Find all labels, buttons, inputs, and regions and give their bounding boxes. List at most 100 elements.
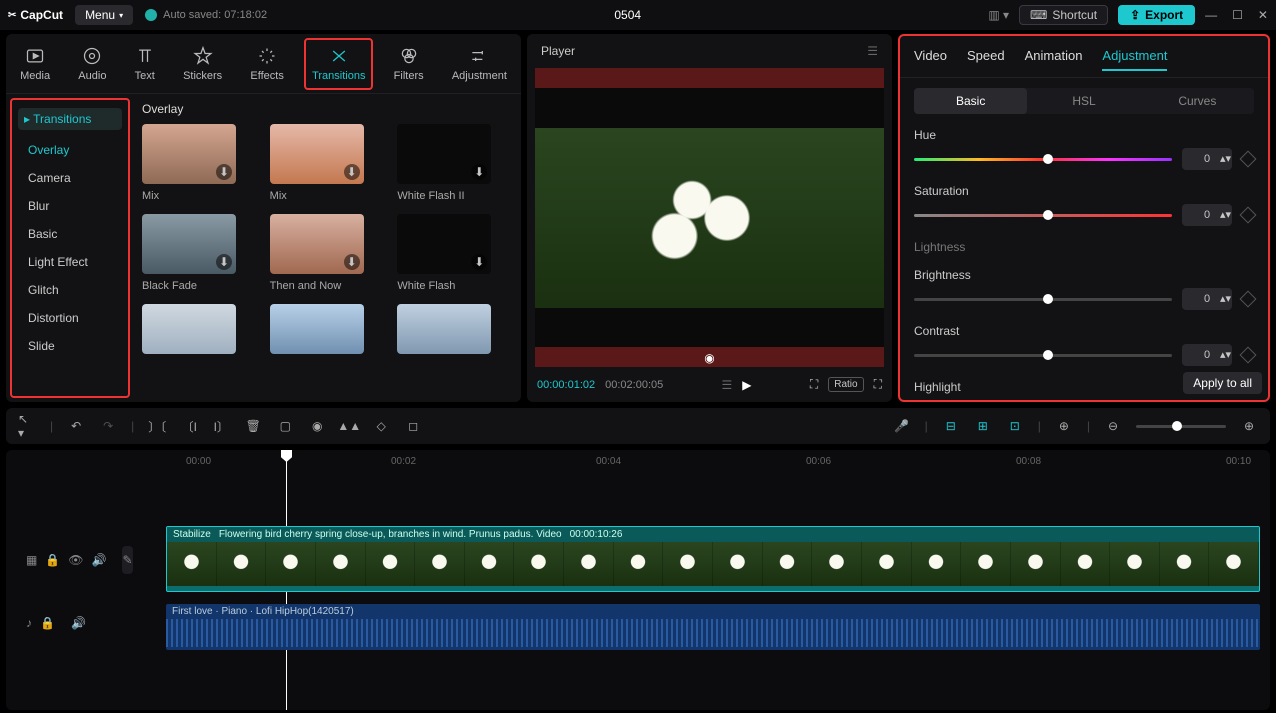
rotate-tool[interactable]: ◇ <box>372 417 390 435</box>
adjust-tab-video[interactable]: Video <box>914 48 947 71</box>
adjust-tab-animation[interactable]: Animation <box>1025 48 1083 71</box>
adjust-sub-hsl[interactable]: HSL <box>1027 88 1140 114</box>
download-icon[interactable]: ⬇ <box>471 254 487 270</box>
undo-button[interactable]: ↶ <box>67 417 85 435</box>
tab-audio[interactable]: Audio <box>70 42 114 86</box>
maximize-button[interactable]: ☐ <box>1232 8 1243 22</box>
tree-item-glitch[interactable]: Glitch <box>18 276 122 304</box>
adjust-sub-curves[interactable]: Curves <box>1141 88 1254 114</box>
tab-stickers[interactable]: Stickers <box>175 42 230 86</box>
thumb-then-and-now[interactable]: ⬇Then and Now <box>270 214 386 292</box>
keyframe-icon[interactable] <box>1240 151 1257 168</box>
snap-toggle-2[interactable]: ⊞ <box>974 417 992 435</box>
tree-item-slide[interactable]: Slide <box>18 332 122 360</box>
tab-filters[interactable]: Filters <box>386 42 432 86</box>
mic-icon[interactable]: 🎤 <box>893 417 911 435</box>
adjust-tab-adjustment[interactable]: Adjustment <box>1102 48 1167 71</box>
tab-adjustment[interactable]: Adjustment <box>444 42 515 86</box>
tab-text[interactable]: Text <box>127 42 163 86</box>
snap-toggle-3[interactable]: ⊡ <box>1006 417 1024 435</box>
audio-track-icon[interactable]: ♪ <box>26 616 32 630</box>
snap-toggle-1[interactable]: ⊟ <box>942 417 960 435</box>
adjust-tab-speed[interactable]: Speed <box>967 48 1005 71</box>
tree-item-blur[interactable]: Blur <box>18 192 122 220</box>
video-clip[interactable]: Stabilize Flowering bird cherry spring c… <box>166 526 1260 592</box>
tree-title[interactable]: ▸ Transitions <box>18 108 122 130</box>
close-button[interactable]: ✕ <box>1258 8 1268 22</box>
download-icon[interactable]: ⬇ <box>216 164 232 180</box>
layout-icon[interactable]: ▥ ▾ <box>988 8 1009 22</box>
lock-icon[interactable]: 🔒 <box>45 553 60 567</box>
split-tool[interactable]: 〕〔 <box>148 417 166 435</box>
lock-icon[interactable]: 🔒 <box>40 616 55 630</box>
ratio-button[interactable]: Ratio <box>828 377 863 392</box>
thumb-white-flash-ii[interactable]: ⬇White Flash II <box>397 124 513 202</box>
trim-right-tool[interactable]: I〕 <box>212 417 230 435</box>
download-icon[interactable]: ⬇ <box>216 254 232 270</box>
keyframe-icon[interactable] <box>1240 291 1257 308</box>
zoom-in-button[interactable]: ⊕ <box>1240 417 1258 435</box>
tree-item-camera[interactable]: Camera <box>18 164 122 192</box>
hue-value[interactable]: 0▴▾ <box>1182 148 1232 170</box>
brightness-value[interactable]: 0▴▾ <box>1182 288 1232 310</box>
brightness-slider[interactable] <box>914 298 1172 301</box>
tree-item-basic[interactable]: Basic <box>18 220 122 248</box>
contrast-value[interactable]: 0▴▾ <box>1182 344 1232 366</box>
crop-tool[interactable]: ▢ <box>276 417 294 435</box>
keyframe-icon[interactable] <box>1240 347 1257 364</box>
preview-area[interactable]: ◉ <box>535 68 884 367</box>
tree-item-distortion[interactable]: Distortion <box>18 304 122 332</box>
thumb-mix-1[interactable]: ⬇Mix <box>142 124 258 202</box>
crop-icon[interactable]: ⛶ <box>810 377 818 392</box>
align-icon[interactable]: ⊕ <box>1055 417 1073 435</box>
eye-icon[interactable]: 👁 <box>68 553 83 567</box>
menu-button[interactable]: Menu▾ <box>75 5 133 25</box>
zoom-out-button[interactable]: ⊖ <box>1104 417 1122 435</box>
tree-item-overlay[interactable]: Overlay <box>18 136 122 164</box>
snapshot-icon[interactable]: ◉ <box>704 351 714 365</box>
thumb-extra-3[interactable] <box>397 304 513 354</box>
download-icon[interactable]: ⬇ <box>344 164 360 180</box>
timecode-duration: 00:02:00:05 <box>605 379 663 391</box>
saturation-slider[interactable] <box>914 214 1172 217</box>
fullscreen-icon[interactable]: ⛶ <box>874 377 882 392</box>
mute-icon[interactable]: 🔊 <box>92 553 107 567</box>
list-icon[interactable]: ☰ <box>722 378 733 392</box>
play-button[interactable]: ▶ <box>742 378 751 392</box>
saturation-value[interactable]: 0▴▾ <box>1182 204 1232 226</box>
track-icon[interactable]: ▦ <box>26 553 37 567</box>
thumb-black-fade[interactable]: ⬇Black Fade <box>142 214 258 292</box>
tab-effects[interactable]: Effects <box>242 42 291 86</box>
shortcut-button[interactable]: ⌨Shortcut <box>1019 5 1108 25</box>
minimize-button[interactable]: — <box>1205 8 1217 22</box>
mute-icon[interactable]: 🔊 <box>71 616 86 630</box>
zoom-slider[interactable] <box>1136 425 1226 428</box>
download-icon[interactable]: ⬇ <box>471 164 487 180</box>
clip-tag: Stabilize <box>173 529 211 540</box>
contrast-label: Contrast <box>914 324 1254 338</box>
thumb-mix-2[interactable]: ⬇Mix <box>270 124 386 202</box>
adjust-sub-basic[interactable]: Basic <box>914 88 1027 114</box>
thumb-white-flash[interactable]: ⬇White Flash <box>397 214 513 292</box>
thumb-extra-2[interactable] <box>270 304 386 354</box>
redo-button[interactable]: ↷ <box>99 417 117 435</box>
player-menu-icon[interactable]: ☰ <box>867 44 878 58</box>
contrast-slider[interactable] <box>914 354 1172 357</box>
record-tool[interactable]: ◉ <box>308 417 326 435</box>
tree-item-light-effect[interactable]: Light Effect <box>18 248 122 276</box>
download-icon[interactable]: ⬇ <box>344 254 360 270</box>
time-ruler[interactable]: 00:00 00:02 00:04 00:06 00:08 00:10 <box>166 450 1270 476</box>
tab-transitions[interactable]: Transitions <box>304 38 373 90</box>
audio-clip[interactable]: First love · Piano · Lofi HipHop(1420517… <box>166 604 1260 650</box>
mirror-tool[interactable]: ▲▲ <box>340 417 358 435</box>
tab-media[interactable]: Media <box>12 42 58 86</box>
apply-to-all-button[interactable]: Apply to all <box>1183 372 1262 394</box>
hue-slider[interactable] <box>914 158 1172 161</box>
thumb-extra-1[interactable] <box>142 304 258 354</box>
trim-left-tool[interactable]: 〔I <box>180 417 198 435</box>
crop-frame-tool[interactable]: ◻ <box>404 417 422 435</box>
pointer-tool[interactable]: ↖ ▾ <box>18 417 36 435</box>
export-button[interactable]: ⇪Export <box>1118 5 1195 25</box>
delete-tool[interactable]: 🗑 <box>244 417 262 435</box>
keyframe-icon[interactable] <box>1240 207 1257 224</box>
